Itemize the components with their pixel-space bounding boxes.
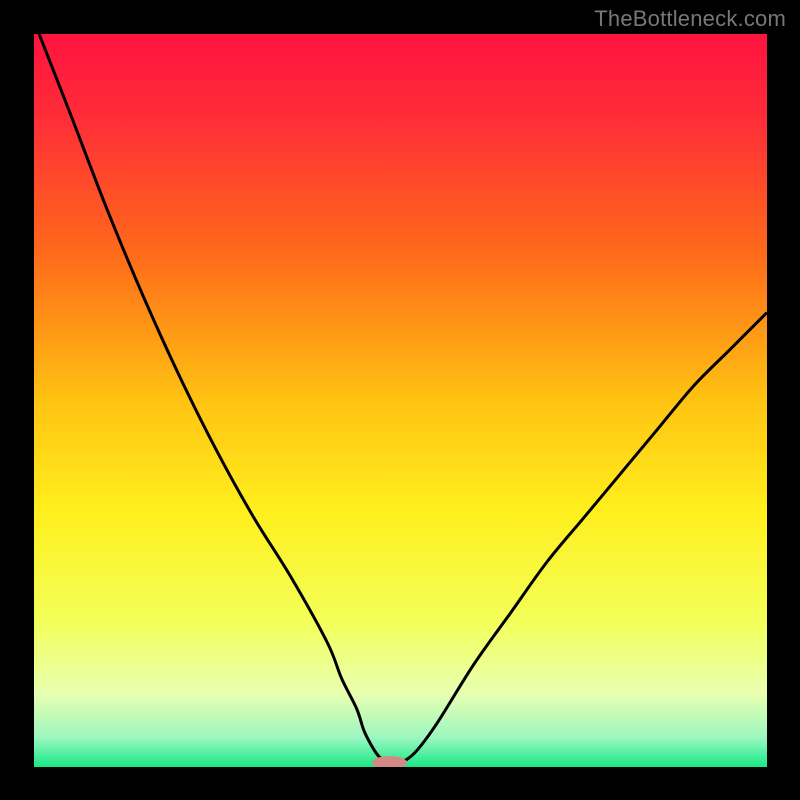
watermark-text: TheBottleneck.com [594,6,786,32]
gradient-background [34,34,767,767]
plot-area [34,34,767,767]
chart-frame: TheBottleneck.com [0,0,800,800]
bottleneck-chart [34,34,767,767]
